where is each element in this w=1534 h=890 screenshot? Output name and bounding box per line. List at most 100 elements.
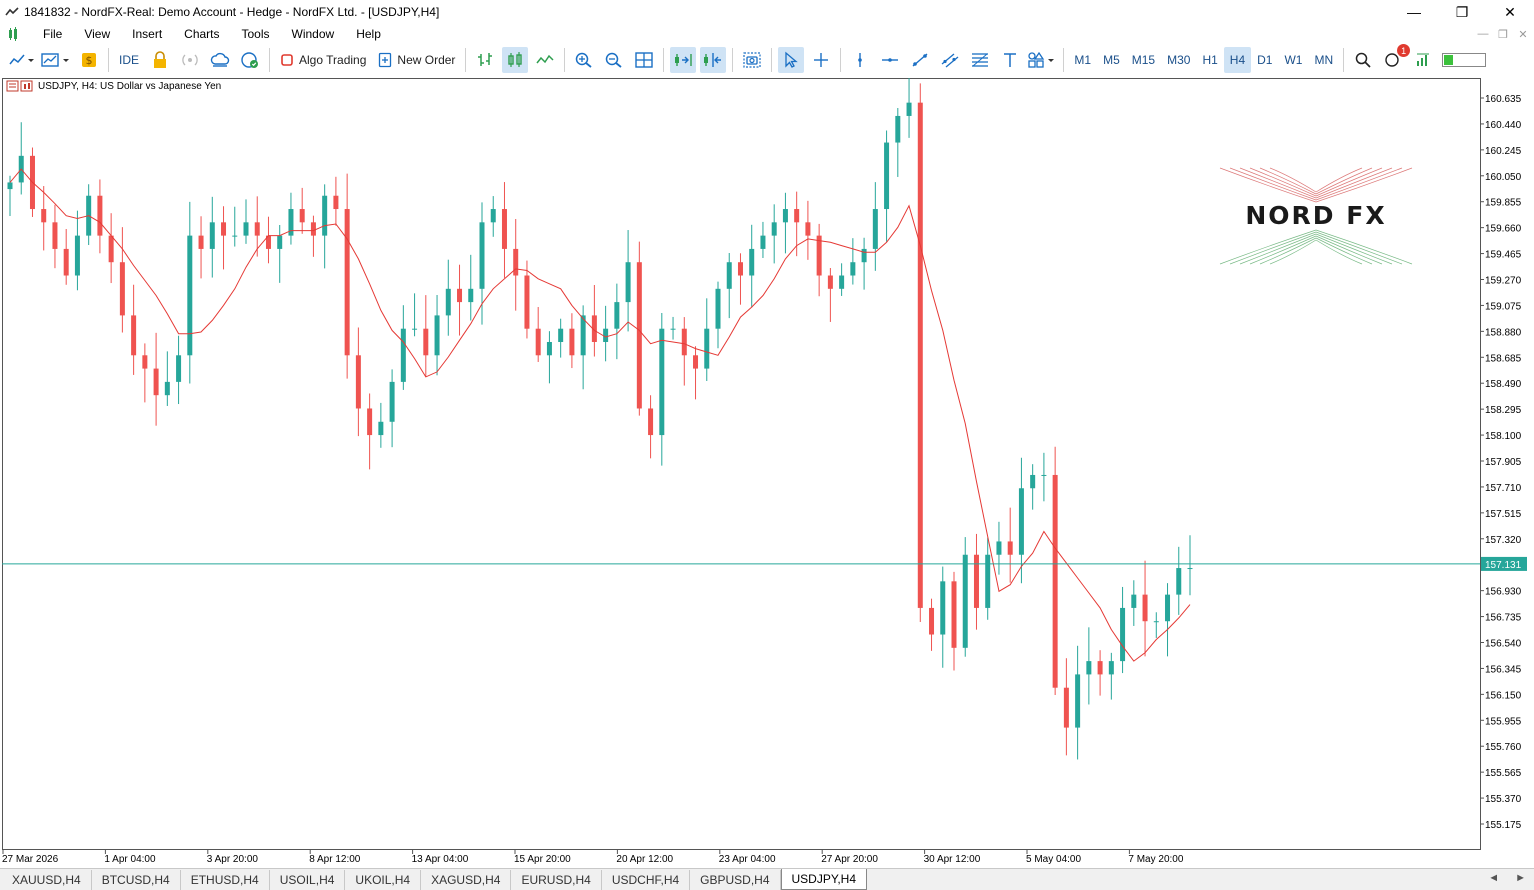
tab-xauusd[interactable]: XAUUSD,H4 — [2, 869, 92, 890]
auto-scroll-icon[interactable] — [670, 47, 697, 73]
candle-bearish — [97, 195, 103, 236]
search-icon[interactable] — [1350, 47, 1376, 73]
app-icon — [4, 4, 20, 20]
candle-bearish — [917, 102, 923, 608]
screenshot-icon[interactable] — [739, 47, 765, 73]
candle-bullish — [209, 222, 215, 249]
menu-view[interactable]: View — [73, 24, 121, 44]
chart-shift-icon[interactable] — [700, 47, 727, 73]
menu-charts[interactable]: Charts — [173, 24, 230, 44]
menu-file[interactable]: File — [32, 24, 73, 44]
connection-strength-bar — [1442, 53, 1487, 67]
fibonacci-icon[interactable] — [967, 47, 993, 73]
zoom-out-icon[interactable] — [601, 47, 627, 73]
candle-bullish — [715, 288, 721, 329]
candle-bullish — [704, 328, 710, 369]
bar-chart-icon[interactable] — [472, 47, 498, 73]
ide-button[interactable]: IDE — [115, 47, 143, 73]
signal-icon[interactable] — [177, 47, 203, 73]
price-axis-label: 156.930 — [1485, 587, 1522, 598]
timeframe-h4[interactable]: H4 — [1223, 47, 1252, 73]
chart-info: USDJPY, H4: US Dollar vs Japanese Yen — [6, 80, 221, 92]
candle-bearish — [1063, 687, 1069, 728]
tab-ukoil[interactable]: UKOIL,H4 — [345, 869, 422, 890]
connection-status-icon[interactable] — [1410, 47, 1436, 73]
timeframe-d1[interactable]: D1 — [1251, 47, 1278, 73]
lock-icon[interactable] — [147, 47, 173, 73]
candle-bearish — [951, 581, 957, 648]
svg-text:$: $ — [86, 54, 93, 67]
candle-bearish — [108, 235, 114, 263]
new-order-button[interactable]: New Order — [374, 47, 459, 73]
candle-bearish — [636, 262, 642, 409]
price-axis-label: 158.880 — [1485, 327, 1522, 338]
indicators-dropdown-icon[interactable] — [40, 47, 72, 73]
channel-icon[interactable] — [937, 47, 963, 73]
candle-bearish — [310, 222, 316, 236]
tile-windows-icon[interactable] — [631, 47, 657, 73]
algo-trading-icon — [281, 54, 293, 66]
timeframe-mn[interactable]: MN — [1308, 47, 1339, 73]
timeframe-m30[interactable]: M30 — [1161, 47, 1196, 73]
close-button[interactable]: ✕ — [1486, 0, 1534, 24]
tab-eurusd[interactable]: EURUSD,H4 — [511, 869, 602, 890]
tab-gbpusd[interactable]: GBPUSD,H4 — [690, 869, 781, 890]
crosshair-icon[interactable] — [808, 47, 834, 73]
inner-restore-icon[interactable]: ❐ — [1496, 28, 1510, 41]
price-axis-label: 159.660 — [1485, 224, 1522, 235]
timeframe-w1[interactable]: W1 — [1278, 47, 1308, 73]
menu-window[interactable]: Window — [281, 24, 346, 44]
candle-bearish — [52, 222, 58, 249]
price-axis-label: 158.490 — [1485, 379, 1522, 390]
price-axis-label: 160.245 — [1485, 146, 1522, 157]
line-chart-icon[interactable] — [532, 47, 558, 73]
menu-tools[interactable]: Tools — [231, 24, 281, 44]
inner-close-icon[interactable]: ✕ — [1516, 28, 1530, 41]
line-chart-dropdown-icon[interactable] — [8, 47, 36, 73]
timeframe-m15[interactable]: M15 — [1126, 47, 1161, 73]
tab-usdjpy[interactable]: USDJPY,H4 — [780, 869, 867, 890]
timeframe-h1[interactable]: H1 — [1196, 47, 1223, 73]
trend-line-icon[interactable] — [907, 47, 933, 73]
candle-bearish — [794, 209, 800, 223]
zoom-in-icon[interactable] — [571, 47, 597, 73]
vps-icon[interactable] — [237, 47, 263, 73]
time-axis-label: 27 Mar 2026 — [2, 854, 59, 865]
main-toolbar: $ IDE Algo Trading New Order M1 M5 M15 M… — [0, 44, 1534, 76]
candle-bullish — [614, 302, 620, 329]
vertical-line-icon[interactable] — [847, 47, 873, 73]
tab-scroll-right-icon[interactable]: ► — [1515, 872, 1526, 884]
chart-area[interactable]: 160.635 160.440 160.245 160.050 159.855 159.6… — [2, 78, 1532, 868]
tab-btcusd[interactable]: BTCUSD,H4 — [92, 869, 181, 890]
chart-menu-icon[interactable] — [6, 80, 34, 92]
shapes-dropdown-icon[interactable] — [1027, 47, 1057, 73]
menu-help[interactable]: Help — [345, 24, 392, 44]
restore-button[interactable]: ❐ — [1438, 0, 1486, 24]
candle-bullish — [7, 182, 13, 190]
tab-xagusd[interactable]: XAGUSD,H4 — [421, 869, 512, 890]
market-icon[interactable]: $ — [76, 47, 102, 73]
tab-usdchf[interactable]: USDCHF,H4 — [602, 869, 691, 890]
connection-strength-fill — [1444, 55, 1453, 65]
window-controls: — ❐ ✕ — [1390, 0, 1534, 24]
text-tool-icon[interactable] — [997, 47, 1023, 73]
tab-ethusd[interactable]: ETHUSD,H4 — [181, 869, 270, 890]
notifications-button[interactable]: 1 — [1380, 44, 1411, 73]
candlestick-chart-icon[interactable] — [502, 47, 529, 73]
price-axis-label: 160.050 — [1485, 172, 1522, 183]
timeframe-m5[interactable]: M5 — [1097, 47, 1126, 73]
candle-bearish — [648, 408, 654, 436]
algo-trading-button[interactable]: Algo Trading — [276, 47, 370, 73]
timeframe-m1[interactable]: M1 — [1068, 47, 1097, 73]
tab-usoil[interactable]: USOIL,H4 — [270, 869, 346, 890]
candle-bullish — [1075, 674, 1081, 728]
candle-bearish — [805, 222, 811, 236]
horizontal-line-icon[interactable] — [877, 47, 903, 73]
tab-scroll-left-icon[interactable]: ◄ — [1488, 872, 1499, 884]
cloud-icon[interactable] — [207, 47, 233, 73]
menu-insert[interactable]: Insert — [121, 24, 173, 44]
minimize-button[interactable]: — — [1390, 0, 1438, 24]
chart-window-icon[interactable] — [6, 26, 22, 42]
cursor-icon[interactable] — [778, 47, 805, 73]
inner-minimize-icon[interactable]: — — [1476, 28, 1490, 40]
